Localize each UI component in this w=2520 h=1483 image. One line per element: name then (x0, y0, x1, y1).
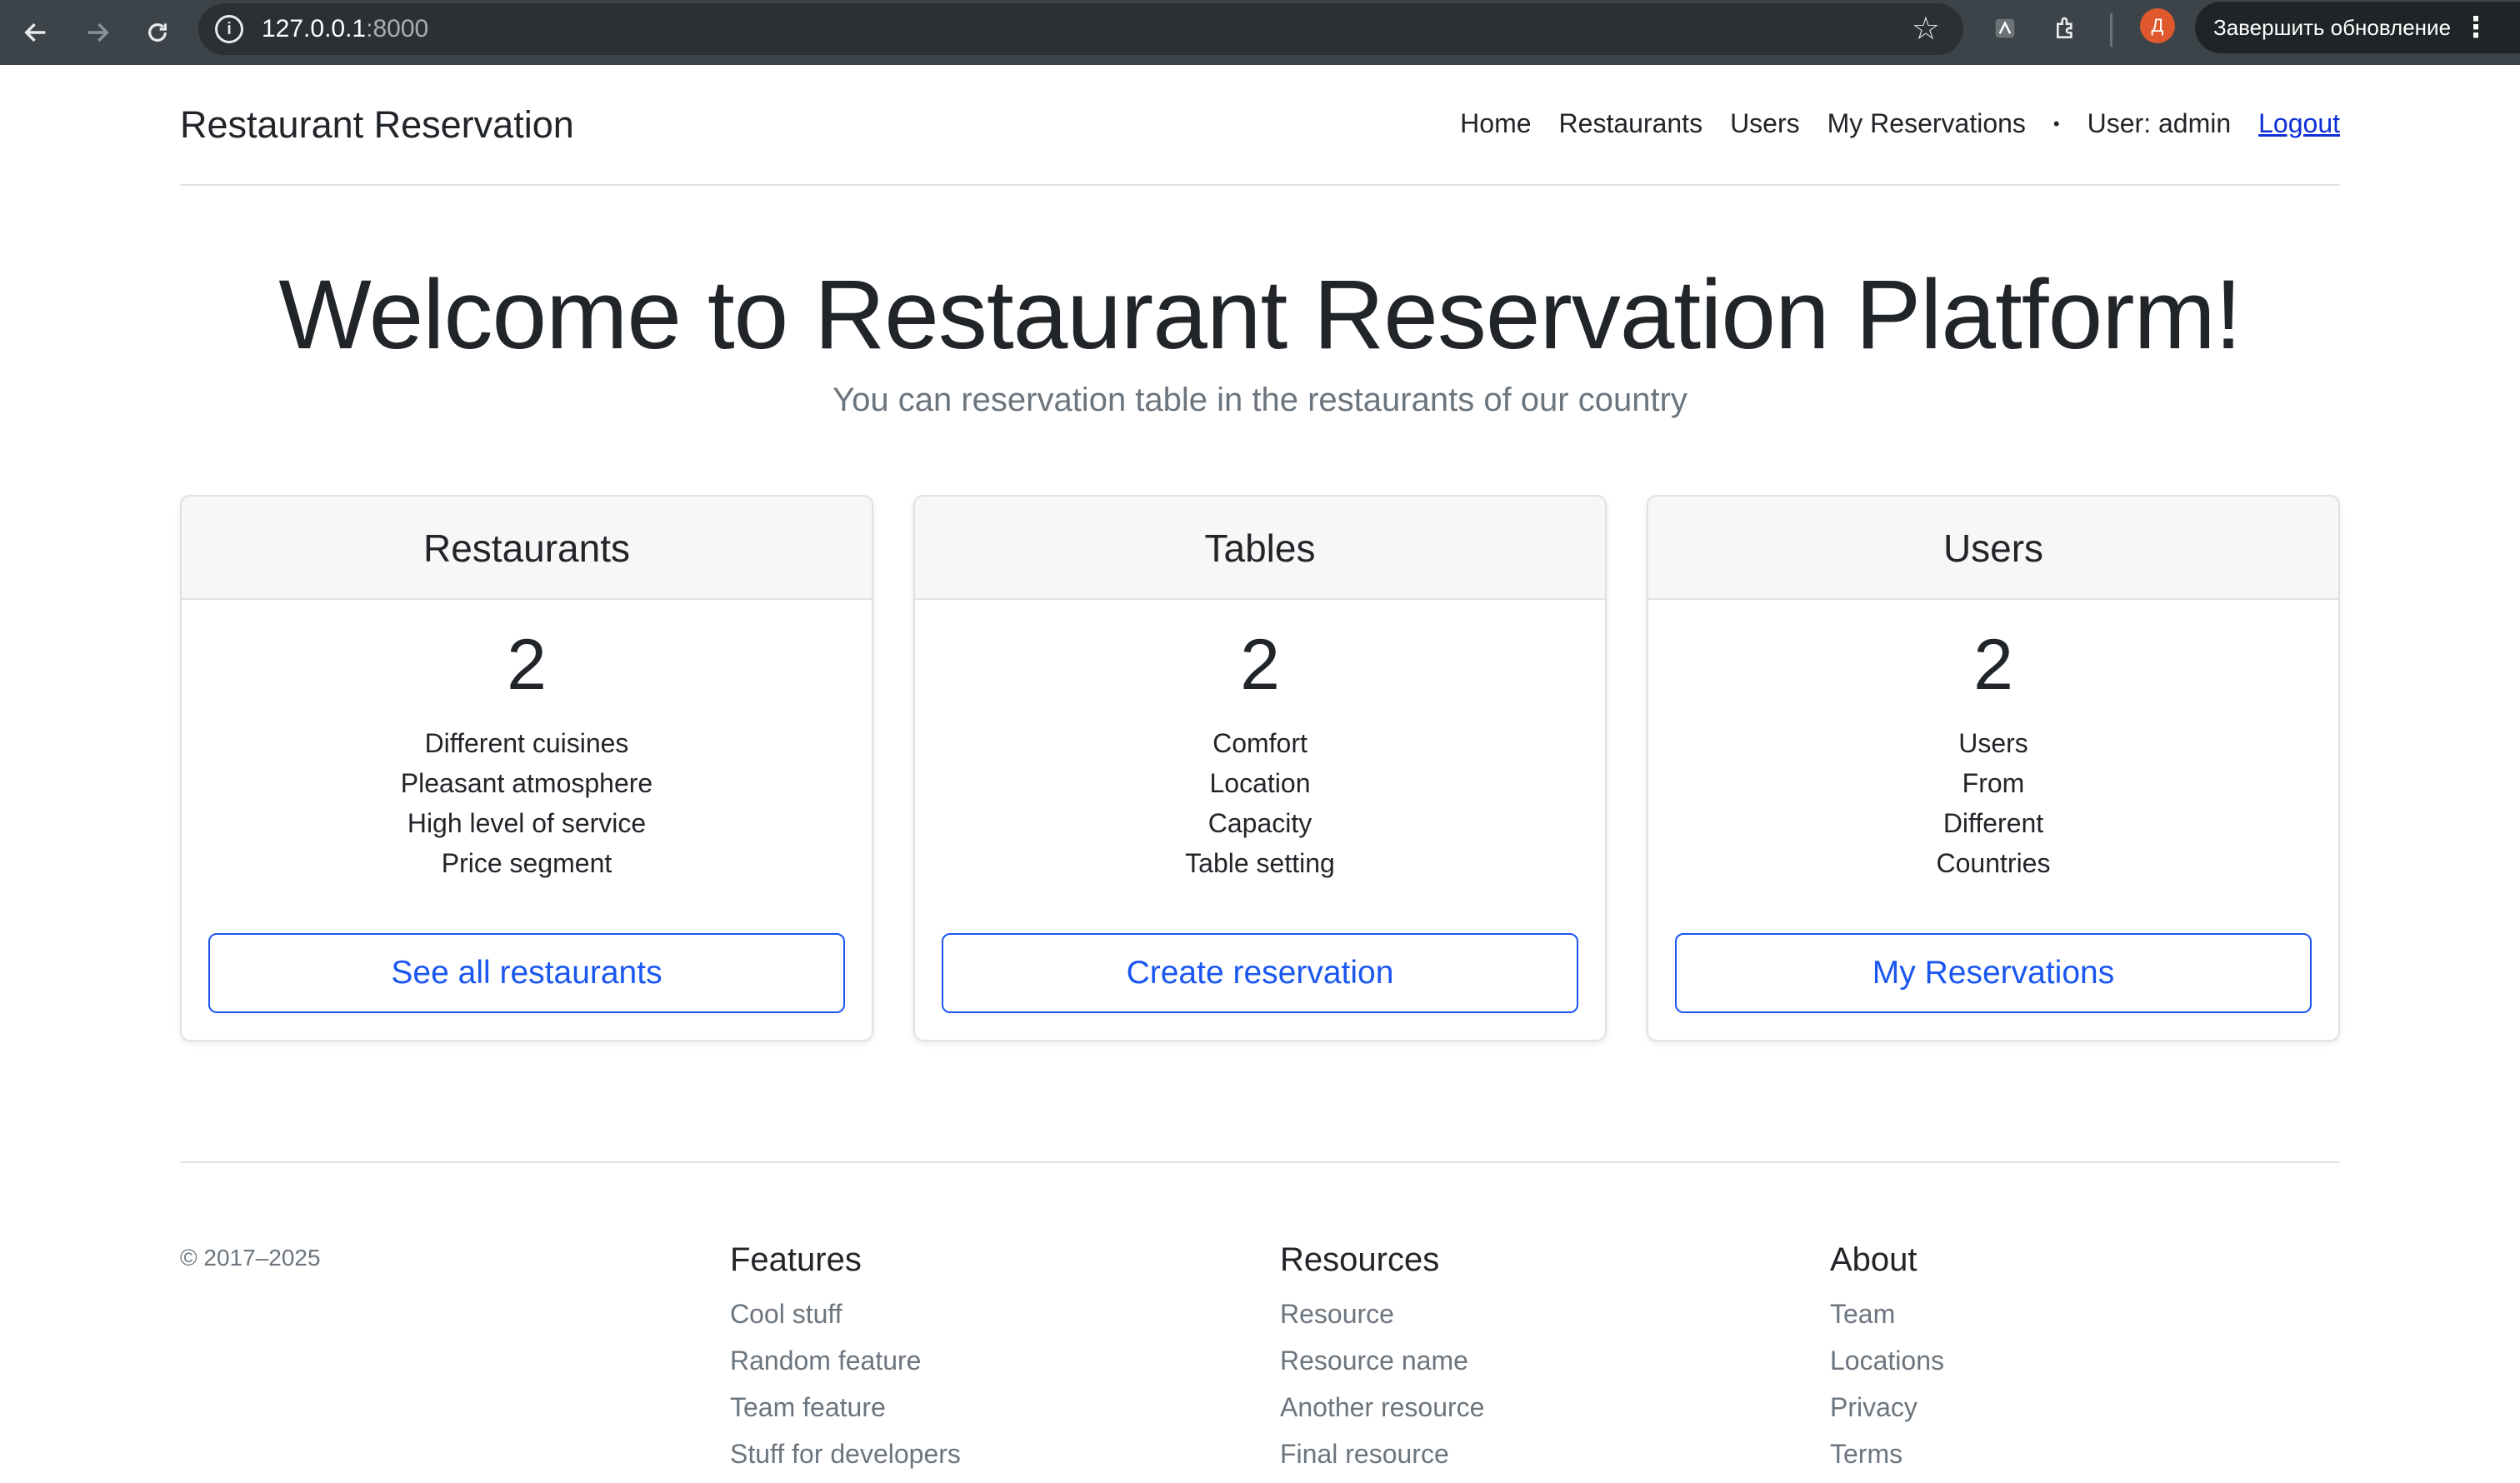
nav-my-reservations[interactable]: My Reservations (1828, 108, 2026, 139)
footer-link[interactable]: Stuff for developers (730, 1431, 961, 1477)
footer-link[interactable]: Resource name (1280, 1337, 1484, 1384)
list-item: Pleasant atmosphere (400, 768, 653, 798)
list-item: Comfort (1212, 728, 1308, 758)
profile-avatar[interactable]: Д (2140, 8, 2175, 43)
card-count: 2 (1240, 625, 1280, 705)
url-text: 127.0.0.1:8000 (262, 15, 429, 42)
footer-column-title: Resources (1280, 1241, 1440, 1278)
current-user-label: User: admin (2087, 108, 2232, 138)
footer-divider (180, 1161, 2340, 1163)
list-item: Users (1958, 728, 2028, 758)
footer-column-about: About Team Locations Privacy Terms (1830, 1241, 1944, 1477)
browser-toolbar: i 127.0.0.1:8000 ☆ Д Завершить обновлени… (0, 0, 2520, 65)
footer-link[interactable]: Random feature (730, 1337, 961, 1384)
list-item: Different cuisines (424, 728, 629, 758)
card-title: Tables (915, 497, 1605, 600)
footer-link[interactable]: Team feature (730, 1384, 961, 1431)
my-reservations-button[interactable]: My Reservations (1675, 933, 2312, 1013)
card-count: 2 (1973, 625, 2013, 705)
card-users: Users 2 Users From Different Countries M… (1647, 495, 2340, 1041)
menu-dots-icon[interactable]: ⋮ (2462, 2, 2490, 53)
copyright-text: © 2017–2025 (180, 1245, 321, 1271)
footer-link[interactable]: Locations (1830, 1337, 1944, 1384)
create-reservation-button[interactable]: Create reservation (942, 933, 1578, 1013)
site-info-icon[interactable]: i (215, 15, 243, 43)
main-nav: Home Restaurants Users My Reservations •… (1432, 108, 2340, 139)
list-item: Table setting (1185, 848, 1335, 878)
toolbar-divider (2110, 13, 2112, 47)
see-all-restaurants-button[interactable]: See all restaurants (208, 933, 845, 1013)
page-subtitle: You can reservation table in the restaur… (832, 382, 1688, 418)
site-header: Restaurant Reservation Home Restaurants … (180, 65, 2340, 186)
footer-link[interactable]: Resource (1280, 1291, 1484, 1337)
card-feature-list: Different cuisines Pleasant atmosphere H… (182, 723, 872, 883)
list-item: Countries (1936, 848, 2051, 878)
nav-separator: • (2052, 112, 2060, 134)
card-count: 2 (507, 625, 547, 705)
feature-cards: Restaurants 2 Different cuisines Pleasan… (180, 495, 2340, 1041)
back-arrow-icon[interactable] (12, 8, 60, 57)
extensions-puzzle-icon[interactable] (2048, 10, 2085, 47)
footer-link[interactable]: Another resource (1280, 1384, 1484, 1431)
reload-icon[interactable] (133, 8, 182, 57)
list-item: High level of service (407, 808, 647, 838)
list-item: From (1962, 768, 2025, 798)
bookmark-star-icon[interactable]: ☆ (1912, 10, 1940, 47)
list-item: Price segment (441, 848, 612, 878)
card-title: Restaurants (182, 497, 872, 600)
nav-home[interactable]: Home (1460, 108, 1531, 139)
footer-column-title: About (1830, 1241, 1918, 1278)
footer-link[interactable]: Team (1830, 1291, 1944, 1337)
card-feature-list: Users From Different Countries (1648, 723, 2338, 883)
footer-link[interactable]: Privacy (1830, 1384, 1944, 1431)
nav-restaurants[interactable]: Restaurants (1559, 108, 1703, 139)
logout-link[interactable]: Logout (2258, 108, 2340, 139)
card-tables: Tables 2 Comfort Location Capacity Table… (913, 495, 1607, 1041)
nav-users[interactable]: Users (1730, 108, 1800, 139)
page: Restaurant Reservation Home Restaurants … (0, 65, 2520, 1483)
brand-title[interactable]: Restaurant Reservation (180, 103, 574, 147)
footer-link[interactable]: Terms (1830, 1431, 1944, 1477)
finish-update-label: Завершить обновление (2213, 15, 2452, 40)
footer-link[interactable]: Cool stuff (730, 1291, 961, 1337)
list-item: Capacity (1208, 808, 1312, 838)
footer-column-features: Features Cool stuff Random feature Team … (730, 1241, 961, 1477)
footer-column-title: Features (730, 1241, 862, 1278)
finish-update-button[interactable]: Завершить обновление ⋮ (2195, 2, 2520, 53)
card-restaurants: Restaurants 2 Different cuisines Pleasan… (180, 495, 873, 1041)
footer-link[interactable]: Final resource (1280, 1431, 1484, 1477)
page-title: Welcome to Restaurant Reservation Platfo… (278, 260, 2242, 370)
address-bar[interactable]: i 127.0.0.1:8000 ☆ (198, 3, 1963, 55)
forward-arrow-icon[interactable] (73, 8, 122, 57)
card-title: Users (1648, 497, 2338, 600)
extension-icon[interactable] (1987, 10, 2023, 47)
footer-column-resources: Resources Resource Resource name Another… (1280, 1241, 1484, 1477)
card-feature-list: Comfort Location Capacity Table setting (915, 723, 1605, 883)
list-item: Different (1942, 808, 2044, 838)
list-item: Location (1209, 768, 1311, 798)
